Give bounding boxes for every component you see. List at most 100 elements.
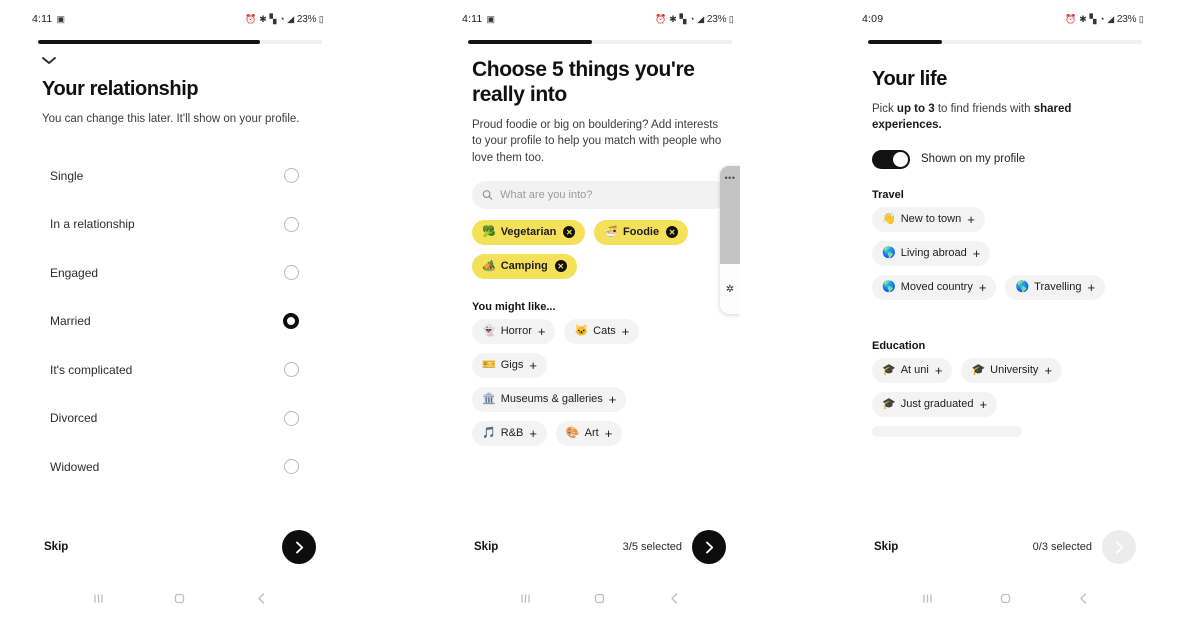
relationship-option-row[interactable]: Engaged	[42, 248, 318, 297]
recents-icon[interactable]	[91, 591, 106, 606]
relationship-option-row[interactable]: Widowed	[42, 442, 318, 491]
selected-interest-chip[interactable]: 🏕️ Camping ✕	[472, 253, 577, 279]
relationship-option-row[interactable]: Single	[42, 151, 318, 200]
add-chip-icon[interactable]: +	[979, 397, 987, 412]
next-button[interactable]	[282, 530, 316, 564]
selected-interest-chip[interactable]: 🥦 Vegetarian ✕	[472, 219, 586, 245]
bluetooth-icon: ✱	[259, 13, 268, 24]
wifi-icon: ▚	[1089, 13, 1097, 24]
add-chip-icon[interactable]: +	[605, 426, 613, 441]
bluetooth-icon: ✱	[669, 13, 678, 24]
chevron-down-icon[interactable]	[42, 56, 56, 65]
battery-level: 23%	[296, 13, 317, 25]
add-chip-icon[interactable]: +	[1087, 280, 1095, 295]
recents-icon[interactable]	[518, 591, 533, 606]
chip-label: Living abroad	[900, 247, 967, 260]
radio-unselected-icon[interactable]	[284, 216, 299, 232]
suggested-interest-chip[interactable]: 🎓 Just graduated +	[872, 391, 998, 417]
chip-row: 🎓 Just graduated +	[872, 391, 1138, 417]
add-chip-icon[interactable]: +	[967, 212, 975, 227]
suggested-interest-chip[interactable]: 🎓 University +	[961, 357, 1063, 383]
radio-unselected-icon[interactable]	[284, 168, 299, 184]
skip-button[interactable]: Skip	[474, 541, 498, 553]
toggle-knob	[893, 151, 908, 167]
add-chip-icon[interactable]: +	[979, 280, 987, 295]
chip-emoji-icon: 🌎	[1015, 280, 1030, 293]
relationship-option-row[interactable]: Divorced	[42, 394, 318, 443]
suggested-interest-chip[interactable]: 🐱 Cats +	[564, 318, 640, 344]
wifi-icon: ▚	[269, 13, 277, 24]
radio-unselected-icon[interactable]	[284, 265, 299, 281]
back-icon[interactable]	[254, 591, 269, 606]
mute-icon: ◔	[1099, 13, 1105, 24]
chip-label: At uni	[900, 364, 929, 377]
radio-unselected-icon[interactable]	[284, 410, 299, 426]
chip-label: Cats	[593, 325, 616, 338]
home-icon[interactable]	[592, 591, 607, 606]
chip-label: Gigs	[500, 359, 524, 372]
selected-interests: 🥦 Vegetarian ✕ 🍜 Foodie ✕ 🏕️ Camping ✕	[472, 219, 728, 279]
suggested-interest-chip[interactable]: 🌎 Travelling +	[1005, 274, 1106, 300]
toggle-label: Shown on my profile	[921, 153, 1026, 166]
status-time: 4:11	[462, 13, 483, 25]
page-title: Choose 5 things you're really into	[472, 58, 695, 106]
relationship-option-row[interactable]: Married	[42, 297, 318, 346]
content-1: Your relationship You can change this la…	[30, 44, 330, 491]
edge-panel-handle[interactable]: ••• ✲	[720, 166, 740, 314]
suggested-interest-chip[interactable]: 🌎 Moved country +	[872, 274, 997, 300]
add-chip-icon[interactable]: +	[529, 426, 537, 441]
chip-emoji-icon: 🥦	[482, 225, 496, 238]
chevron-right-icon	[1115, 541, 1123, 553]
suggested-interest-chip[interactable]: 🎫 Gigs +	[472, 352, 547, 378]
radio-unselected-icon[interactable]	[284, 362, 299, 378]
relationship-option-label: Widowed	[50, 459, 100, 474]
life-section-heading: Travel	[872, 188, 904, 201]
suggested-interest-chip[interactable]: 🏛️ Museums & galleries +	[472, 386, 627, 412]
radio-unselected-icon[interactable]	[284, 459, 299, 475]
relationship-option-label: It's complicated	[50, 362, 133, 377]
relationship-option-label: Divorced	[50, 411, 98, 426]
selected-interest-chip[interactable]: 🍜 Foodie ✕	[594, 219, 689, 245]
suggested-interest-chip[interactable]: 🎵 R&B +	[472, 420, 547, 446]
add-chip-icon[interactable]: +	[935, 363, 943, 378]
chip-emoji-icon: 👋	[882, 212, 896, 225]
suggested-interest-chip[interactable]: 🎓 At uni +	[872, 357, 953, 383]
next-button[interactable]	[692, 530, 726, 564]
life-section-heading: Education	[872, 339, 926, 352]
three-screen-comparison: 4:11 ▣ ⏰ ✱ ▚ ◔ ◢ 23% ▯ Your relationship…	[0, 0, 1200, 628]
bluetooth-icon[interactable]: ✲	[720, 264, 740, 314]
android-nav-bar-2	[460, 591, 740, 606]
add-chip-icon[interactable]: +	[1044, 363, 1052, 378]
remove-chip-icon[interactable]: ✕	[563, 226, 576, 239]
more-dots-icon[interactable]: •••	[720, 166, 740, 264]
add-chip-icon[interactable]: +	[538, 324, 546, 339]
remove-chip-icon[interactable]: ✕	[554, 260, 567, 273]
remove-chip-icon[interactable]: ✕	[666, 226, 679, 239]
skip-button[interactable]: Skip	[874, 541, 898, 553]
next-button[interactable]	[1102, 530, 1136, 564]
radio-selected-icon[interactable]	[283, 313, 299, 330]
signal-icon: ◢	[697, 13, 705, 24]
suggested-interest-chip[interactable]: 🎨 Art +	[555, 420, 623, 446]
home-icon[interactable]	[998, 591, 1013, 606]
suggested-interest-chip[interactable]: 👋 New to town +	[872, 206, 985, 232]
back-icon[interactable]	[1076, 591, 1091, 606]
suggested-interest-chip[interactable]: 🌎 Living abroad +	[872, 240, 991, 266]
add-chip-icon[interactable]: +	[609, 392, 617, 407]
relationship-option-row[interactable]: It's complicated	[42, 345, 318, 394]
skip-button[interactable]: Skip	[44, 541, 68, 553]
chip-label: Just graduated	[900, 398, 974, 411]
progress-fill-3	[868, 40, 942, 44]
relationship-option-row[interactable]: In a relationship	[42, 200, 318, 249]
home-icon[interactable]	[172, 591, 187, 606]
add-chip-icon[interactable]: +	[973, 246, 981, 261]
suggested-interest-chip[interactable]: 👻 Horror +	[472, 318, 556, 344]
recents-icon[interactable]	[920, 591, 935, 606]
add-chip-icon[interactable]: +	[622, 324, 630, 339]
search-bar[interactable]	[472, 180, 728, 209]
shown-on-profile-toggle[interactable]	[872, 149, 910, 169]
search-input[interactable]	[500, 188, 718, 201]
add-chip-icon[interactable]: +	[529, 358, 537, 373]
back-icon[interactable]	[667, 591, 682, 606]
screen-body-2: 4:11 ▣ ⏰ ✱ ▚ ◔ ◢ 23% ▯ Choose 5 things y…	[460, 8, 740, 620]
